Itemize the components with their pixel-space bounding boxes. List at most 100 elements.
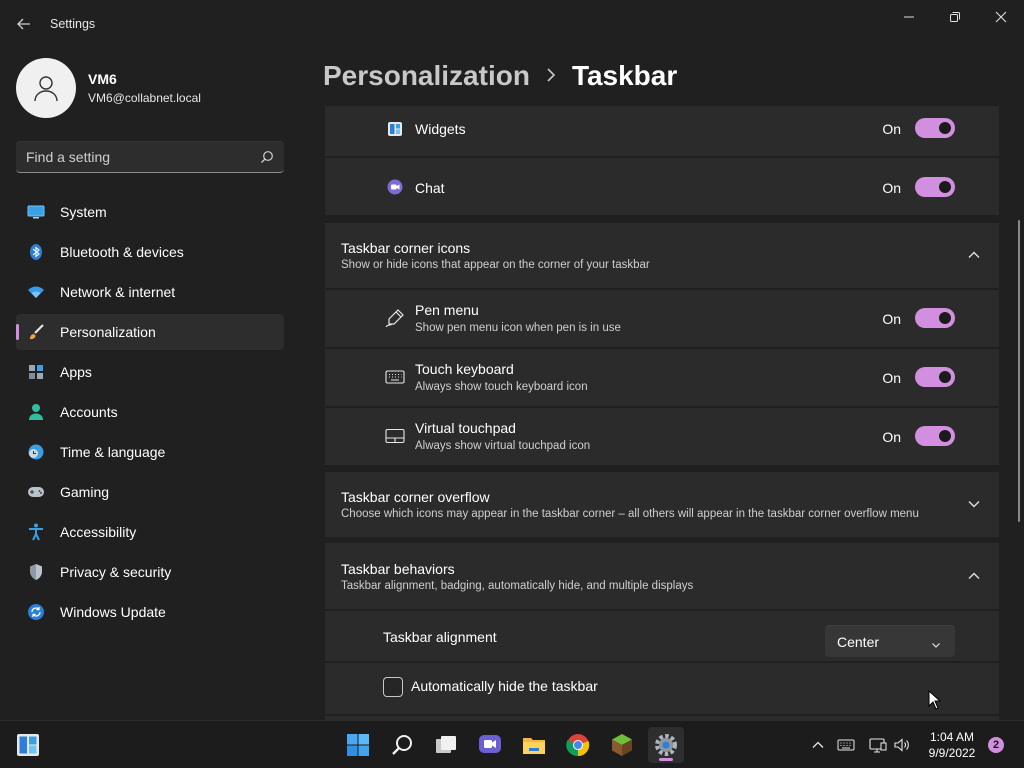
minecraft-icon[interactable] — [604, 727, 640, 763]
chat-label: Chat — [415, 180, 445, 196]
accessibility-icon — [27, 523, 45, 541]
chrome-icon[interactable] — [560, 727, 596, 763]
person-icon — [34, 76, 58, 102]
sidebar-item-personalization[interactable]: Personalization — [16, 314, 284, 350]
user-name: VM6 — [88, 71, 117, 87]
bluetooth-icon — [27, 243, 45, 261]
notification-badge[interactable]: 2 — [988, 737, 1004, 753]
pen-menu-desc: Show pen menu icon when pen is in use — [415, 322, 621, 334]
sidebar-item-label: Accounts — [60, 404, 118, 420]
behaviors-header[interactable]: Taskbar behaviors Taskbar alignment, bad… — [325, 543, 999, 609]
file-explorer-icon[interactable] — [516, 727, 552, 763]
alignment-row: Taskbar alignment Center — [325, 611, 999, 661]
sidebar-item-accessibility[interactable]: Accessibility — [16, 514, 284, 550]
settings-taskbar-icon[interactable] — [648, 727, 684, 763]
sidebar-item-label: Windows Update — [60, 604, 166, 620]
virtual-touchpad-state: On — [882, 429, 901, 445]
chevron-up-icon[interactable] — [808, 735, 828, 755]
keyboard-icon[interactable] — [836, 735, 856, 755]
restore-icon[interactable] — [932, 6, 978, 28]
virtual-touchpad-toggle[interactable] — [915, 426, 955, 446]
widgets-label: Widgets — [415, 121, 466, 137]
corner-overflow-desc: Choose which icons may appear in the tas… — [341, 508, 919, 520]
corner-icons-title: Taskbar corner icons — [341, 240, 471, 256]
breadcrumb: Personalization Taskbar — [323, 58, 677, 94]
sidebar-item-network[interactable]: Network & internet — [16, 274, 284, 310]
touch-keyboard-toggle[interactable] — [915, 367, 955, 387]
mouse-cursor-icon — [928, 689, 942, 710]
sidebar-item-label: Apps — [60, 364, 92, 380]
chat-icon — [385, 177, 405, 197]
widgets-taskbar-icon[interactable] — [10, 727, 46, 763]
taskbar: 1:04 AM 9/9/2022 2 — [0, 720, 1024, 768]
touch-keyboard-row[interactable]: Touch keyboard Always show touch keyboar… — [325, 349, 999, 406]
widgets-toggle[interactable] — [915, 118, 955, 138]
chat-toggle[interactable] — [915, 177, 955, 197]
sidebar-item-system[interactable]: System — [16, 194, 284, 230]
pen-menu-row[interactable]: Pen menu Show pen menu icon when pen is … — [325, 290, 999, 347]
sidebar-item-windows-update[interactable]: Windows Update — [16, 594, 284, 630]
chevron-up-icon[interactable] — [967, 569, 981, 583]
breadcrumb-chevron-icon — [546, 66, 556, 87]
sidebar-item-apps[interactable]: Apps — [16, 354, 284, 390]
corner-overflow-header[interactable]: Taskbar corner overflow Choose which ico… — [325, 472, 999, 537]
alignment-dropdown[interactable]: Center — [825, 625, 955, 657]
gamepad-icon — [27, 483, 45, 501]
volume-icon[interactable] — [892, 735, 912, 755]
page-title: Taskbar — [571, 60, 678, 91]
touch-keyboard-desc: Always show touch keyboard icon — [415, 381, 588, 393]
corner-overflow-title: Taskbar corner overflow — [341, 489, 490, 505]
clock-time: 1:04 AM — [929, 730, 975, 744]
sidebar-item-privacy-security[interactable]: Privacy & security — [16, 554, 284, 590]
chevron-down-icon — [931, 637, 941, 648]
search-box[interactable] — [16, 141, 284, 173]
network-icon[interactable] — [868, 735, 888, 755]
shield-icon — [27, 563, 45, 581]
scrollbar-thumb[interactable] — [1018, 220, 1020, 522]
sidebar-item-label: Bluetooth & devices — [60, 244, 184, 260]
chat-taskbar-icon[interactable] — [472, 727, 508, 763]
close-icon[interactable] — [978, 6, 1024, 28]
alignment-label: Taskbar alignment — [383, 629, 497, 645]
start-icon[interactable] — [340, 727, 376, 763]
sidebar-item-label: System — [60, 204, 107, 220]
widgets-state: On — [882, 121, 901, 137]
user-profile[interactable]: VM6 VM6@collabnet.local — [16, 58, 296, 118]
chevron-down-icon[interactable] — [967, 497, 981, 511]
auto-hide-checkbox[interactable] — [383, 677, 403, 697]
touchpad-icon — [385, 426, 405, 446]
search-input[interactable] — [16, 142, 246, 172]
apps-icon — [27, 363, 45, 381]
sidebar: VM6 VM6@collabnet.local System Bluetooth… — [0, 48, 300, 720]
keyboard-icon — [385, 367, 405, 387]
title-bar: Settings — [0, 0, 1024, 48]
update-icon — [27, 603, 45, 621]
sidebar-item-accounts[interactable]: Accounts — [16, 394, 284, 430]
sidebar-item-gaming[interactable]: Gaming — [16, 474, 284, 510]
chevron-up-icon[interactable] — [967, 248, 981, 262]
search-icon[interactable] — [384, 727, 420, 763]
auto-hide-label[interactable]: Automatically hide the taskbar — [411, 678, 598, 694]
sidebar-item-bluetooth[interactable]: Bluetooth & devices — [16, 234, 284, 270]
pen-icon — [385, 308, 405, 328]
chat-row[interactable]: Chat On — [325, 158, 999, 215]
virtual-touchpad-row[interactable]: Virtual touchpad Always show virtual tou… — [325, 408, 999, 465]
search-icon[interactable] — [260, 150, 274, 164]
corner-icons-header[interactable]: Taskbar corner icons Show or hide icons … — [325, 223, 999, 288]
widgets-icon — [385, 119, 405, 139]
pen-menu-state: On — [882, 311, 901, 327]
nav-list: System Bluetooth & devices Network & int… — [16, 194, 284, 634]
sidebar-item-time-language[interactable]: Time & language — [16, 434, 284, 470]
settings-content: Widgets On Chat On Taskbar corner icons … — [325, 106, 999, 720]
sidebar-item-label: Gaming — [60, 484, 110, 500]
minimize-icon[interactable] — [886, 6, 932, 28]
sidebar-item-label: Accessibility — [60, 524, 137, 540]
task-view-icon[interactable] — [428, 727, 464, 763]
pen-menu-toggle[interactable] — [915, 308, 955, 328]
breadcrumb-parent[interactable]: Personalization — [323, 60, 530, 92]
clock[interactable]: 1:04 AM 9/9/2022 — [920, 729, 984, 761]
person-icon — [27, 403, 45, 421]
avatar[interactable] — [16, 58, 76, 118]
widgets-row[interactable]: Widgets On — [325, 106, 999, 156]
back-arrow-icon[interactable] — [14, 14, 34, 34]
